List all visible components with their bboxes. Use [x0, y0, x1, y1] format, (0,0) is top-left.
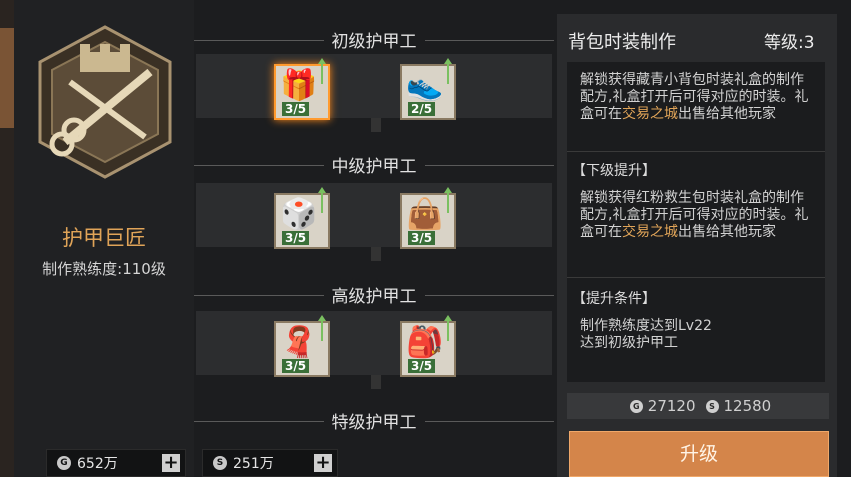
coin-icon: G [629, 399, 643, 413]
tier-row: 🧣 3/5 🎒 3/5 [196, 311, 552, 377]
tier-connector [371, 247, 381, 261]
skill-item-dice[interactable]: 🎲 3/5 [274, 187, 330, 249]
item-count: 3/5 [282, 359, 310, 373]
upgrade-arrow-icon [318, 58, 326, 84]
add-coin-button[interactable]: + [162, 454, 180, 472]
dice-icon: 🎲 [280, 197, 318, 232]
item-count: 3/5 [282, 102, 310, 116]
tier-header: 中级护甲工 [194, 150, 554, 180]
condition-1: 制作熟练度达到Lv22 [580, 318, 712, 334]
skill-tree: 初级护甲工 🎁 3/5 👟 2/5 中级护甲工 🎲 3/5 👜 3/5 高级护甲… [194, 0, 554, 477]
divider [567, 277, 825, 278]
tier-connector [371, 118, 381, 132]
tier-label: 高级护甲工 [323, 287, 425, 307]
upgrade-arrow-icon [318, 187, 326, 213]
edge-strip [0, 0, 14, 477]
bag-icon: 👜 [406, 197, 444, 232]
tier-connector [371, 375, 381, 389]
skill-item-gift-box[interactable]: 🎁 3/5 [274, 58, 330, 120]
desc-text: 出售给其他玩家 [678, 106, 776, 122]
desc-text: 出售给其他玩家 [678, 224, 776, 240]
tier-label: 中级护甲工 [323, 157, 425, 177]
trade-city-link[interactable]: 交易之城 [622, 106, 678, 122]
item-count: 2/5 [408, 102, 436, 116]
coin-cost: 27120 [647, 397, 696, 415]
item-count: 3/5 [282, 231, 310, 245]
tier-row: 🎁 3/5 👟 2/5 [196, 54, 552, 120]
condition-header: 【提升条件】 [572, 291, 656, 307]
coin-value: 652万 [77, 456, 118, 472]
tier-label: 特级护甲工 [323, 413, 425, 433]
current-description: 解锁获得藏青小背包时装礼盒的制作配方,礼盒打开后可得对应的时装。礼盒可在交易之城… [580, 72, 816, 123]
upgrade-arrow-icon [444, 58, 452, 84]
tier-row: 🎲 3/5 👜 3/5 [196, 183, 552, 249]
armor-master-emblem-icon [38, 25, 172, 179]
tier-header: 初级护甲工 [194, 25, 554, 55]
silver-icon: S [705, 399, 719, 413]
silver-cost: 12580 [723, 397, 772, 415]
backpack-icon: 🎒 [406, 325, 444, 360]
upgrade-button[interactable]: 升级 [569, 431, 829, 477]
gift-box-icon: 🎁 [280, 68, 318, 103]
upgrade-arrow-icon [444, 187, 452, 213]
next-description: 解锁获得红粉救生包时装礼盒的制作配方,礼盒打开后可得对应的时装。礼盒可在交易之城… [580, 190, 816, 241]
detail-level: 等级:3 [764, 33, 815, 53]
detail-title: 背包时装制作 [568, 32, 676, 53]
trade-city-link[interactable]: 交易之城 [622, 224, 678, 240]
item-count: 3/5 [408, 359, 436, 373]
tier-header: 特级护甲工 [194, 406, 554, 436]
coin-balance: G 652万 + [46, 449, 186, 477]
upgrade-arrow-icon [444, 315, 452, 341]
sneakers-icon: 👟 [406, 68, 444, 103]
profile-title: 护甲巨匠 [62, 226, 146, 250]
skill-item-cloth[interactable]: 🧣 3/5 [274, 315, 330, 377]
upgrade-arrow-icon [318, 315, 326, 341]
item-count: 3/5 [408, 231, 436, 245]
divider [567, 151, 825, 152]
next-level-header: 【下级提升】 [572, 163, 656, 179]
skill-item-backpack[interactable]: 🎒 3/5 [400, 315, 456, 377]
coin-icon: G [57, 456, 71, 470]
upgrade-cost: G 27120 S 12580 [567, 393, 829, 419]
skill-item-bag[interactable]: 👜 3/5 [400, 187, 456, 249]
tier-label: 初级护甲工 [323, 32, 425, 52]
condition-2: 达到初级护甲工 [580, 335, 678, 351]
proficiency-level: 制作熟练度:110级 [42, 260, 166, 278]
skill-item-sneakers[interactable]: 👟 2/5 [400, 58, 456, 120]
tier-header: 高级护甲工 [194, 280, 554, 310]
cloth-icon: 🧣 [280, 325, 318, 360]
edge-accent [0, 28, 14, 128]
